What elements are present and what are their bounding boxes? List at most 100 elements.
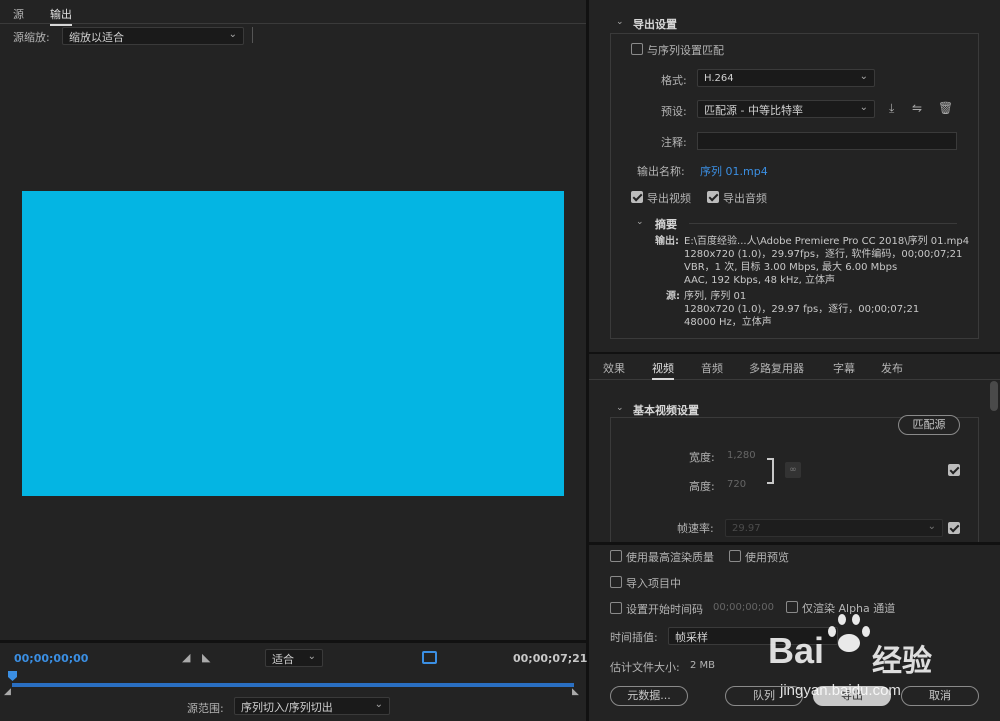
height-value[interactable]: 720 [727,479,746,490]
summary-output-label: 输出: [655,236,679,247]
chevron-down-icon: ⌄ [374,699,383,710]
set-out-point-icon[interactable]: ◣ [202,651,210,664]
expand-export-settings-icon[interactable]: ⌄ [616,17,624,27]
width-value[interactable]: 1,280 [727,450,756,461]
summary-output-line: 1280x720 (1.0)，29.97fps，逐行, 软件编码，00;00;0… [684,249,963,260]
export-audio-checkbox[interactable] [707,191,719,203]
timeline-panel: 00;00;00;00 ◢ ◣ 适合 ⌄ 00;00;07;21 ◢ ◣ 源范围… [0,643,588,721]
comment-input[interactable] [697,132,957,150]
zoom-label: 源缩放: [13,31,50,44]
framerate-match-checkbox[interactable] [948,522,960,534]
watermark-brand: Bai [768,630,825,671]
timecode-end: 00;00;07;21 [513,652,588,665]
export-video-label: 导出视频 [647,192,691,205]
filesize-value: 2 MB [690,660,716,671]
preset-label: 预设: [661,105,687,118]
start-timecode-value[interactable]: 00;00;00;00 [713,602,774,613]
playhead-icon[interactable] [8,671,17,681]
aspect-correction-icon[interactable] [422,651,437,664]
chevron-down-icon: ⌄ [927,521,936,532]
import-preset-icon[interactable]: ⇋ [912,101,922,115]
chevron-down-icon: ⌄ [228,29,237,40]
output-name-label: 输出名称: [637,165,685,178]
chevron-down-icon: ⌄ [307,651,316,662]
max-render-quality-checkbox[interactable] [610,550,622,562]
tab-source[interactable]: 源 [13,6,24,22]
summary-output-line: E:\百度经验...人\Adobe Premiere Pro CC 2018\序… [684,236,970,247]
tab-audio[interactable]: 音频 [701,360,723,376]
match-source-button[interactable]: 匹配源 [898,415,960,435]
set-in-point-icon[interactable]: ◢ [182,651,190,664]
match-sequence-label: 与序列设置匹配 [647,44,724,57]
source-range-value: 序列切入/序列切出 [241,701,333,714]
preset-dropdown[interactable]: 匹配源 - 中等比特率 ⌄ [697,100,875,118]
delete-preset-icon[interactable]: 🗑 [938,101,953,115]
timeline-range-fill [12,683,574,687]
link-dimensions-icon[interactable]: ∞ [785,462,801,478]
set-start-timecode-label: 设置开始时间码 [626,603,703,616]
chevron-down-icon: ⌄ [859,102,868,113]
match-sequence-checkbox[interactable] [631,43,643,55]
framerate-dropdown[interactable]: 29.97 ⌄ [725,519,943,537]
fit-dropdown[interactable]: 适合 ⌄ [265,649,323,667]
time-interpolation-label: 时间插值: [610,631,658,644]
link-bracket [767,458,774,484]
chevron-down-icon: ⌄ [859,71,868,82]
export-video-checkbox[interactable] [631,191,643,203]
paw-logo-icon [828,614,870,656]
tab-captions[interactable]: 字幕 [833,360,855,376]
preview-frame [22,191,564,496]
format-value: H.264 [704,73,734,84]
summary-output-line: VBR，1 次, 目标 3.00 Mbps, 最大 6.00 Mbps [684,262,898,273]
expand-summary-icon[interactable]: ⌄ [636,217,644,227]
max-render-quality-label: 使用最高渲染质量 [626,551,714,564]
watermark-brand-cn: 经验 [872,644,932,679]
height-label: 高度: [689,480,715,493]
zoom-value: 缩放以适合 [69,31,124,44]
summary-divider [689,223,957,224]
expand-basic-video-icon[interactable]: ⌄ [616,403,624,413]
time-interpolation-value: 帧采样 [675,631,708,644]
format-label: 格式: [661,74,687,87]
save-preset-icon[interactable]: ⤓ [889,101,894,116]
width-label: 宽度: [689,451,715,464]
out-point-marker-icon[interactable]: ◣ [572,687,579,697]
fit-value: 适合 [272,653,294,666]
comment-label: 注释: [661,136,687,149]
set-start-timecode-checkbox[interactable] [610,602,622,614]
in-point-marker-icon[interactable]: ◢ [4,687,11,697]
zoom-dropdown[interactable]: 缩放以适合 ⌄ [62,27,244,45]
metadata-button[interactable]: 元数据... [610,686,688,706]
import-into-project-label: 导入项目中 [626,577,681,590]
preview-panel: 源 输出 源缩放: 缩放以适合 ⌄ [0,0,586,640]
export-settings-title: 导出设置 [633,18,677,31]
filesize-label: 估计文件大小: [610,661,680,674]
summary-source-line: 序列, 序列 01 [684,291,747,302]
summary-source-label: 源: [666,291,680,302]
summary-source-line: 1280x720 (1.0)，29.97 fps，逐行，00;00;07;21 [684,304,920,315]
summary-title: 摘要 [655,218,677,231]
use-preview-checkbox[interactable] [729,550,741,562]
tab-publish[interactable]: 发布 [881,360,903,376]
tab-multiplexer[interactable]: 多路复用器 [749,360,804,376]
scrollbar-thumb[interactable] [990,381,998,411]
output-name-link[interactable]: 序列 01.mp4 [700,163,768,179]
settings-tab-bar: 效果 视频 音频 多路复用器 字幕 发布 [589,354,1000,380]
settings-tabs-panel: 效果 视频 音频 多路复用器 字幕 发布 ⌄ 基本视频设置 匹配源 宽度: 1,… [589,354,1000,542]
tab-effects[interactable]: 效果 [603,360,625,376]
basic-video-title: 基本视频设置 [633,404,699,417]
framerate-label: 帧速率: [677,522,714,535]
export-settings-panel: ⌄ 导出设置 与序列设置匹配 格式: H.264 ⌄ 预设: 匹配源 - 中等比… [589,0,1000,352]
preview-tab-bar: 源 输出 [0,0,586,26]
dimensions-match-checkbox[interactable] [948,464,960,476]
divider [252,27,253,43]
timeline-track[interactable] [12,683,574,687]
source-range-label: 源范围: [187,702,224,715]
timecode-start[interactable]: 00;00;00;00 [14,652,88,665]
import-into-project-checkbox[interactable] [610,576,622,588]
export-audio-label: 导出音频 [723,192,767,205]
source-range-dropdown[interactable]: 序列切入/序列切出 ⌄ [234,697,390,715]
tab-video[interactable]: 视频 [652,360,674,380]
tab-output[interactable]: 输出 [50,6,72,26]
format-dropdown[interactable]: H.264 ⌄ [697,69,875,87]
